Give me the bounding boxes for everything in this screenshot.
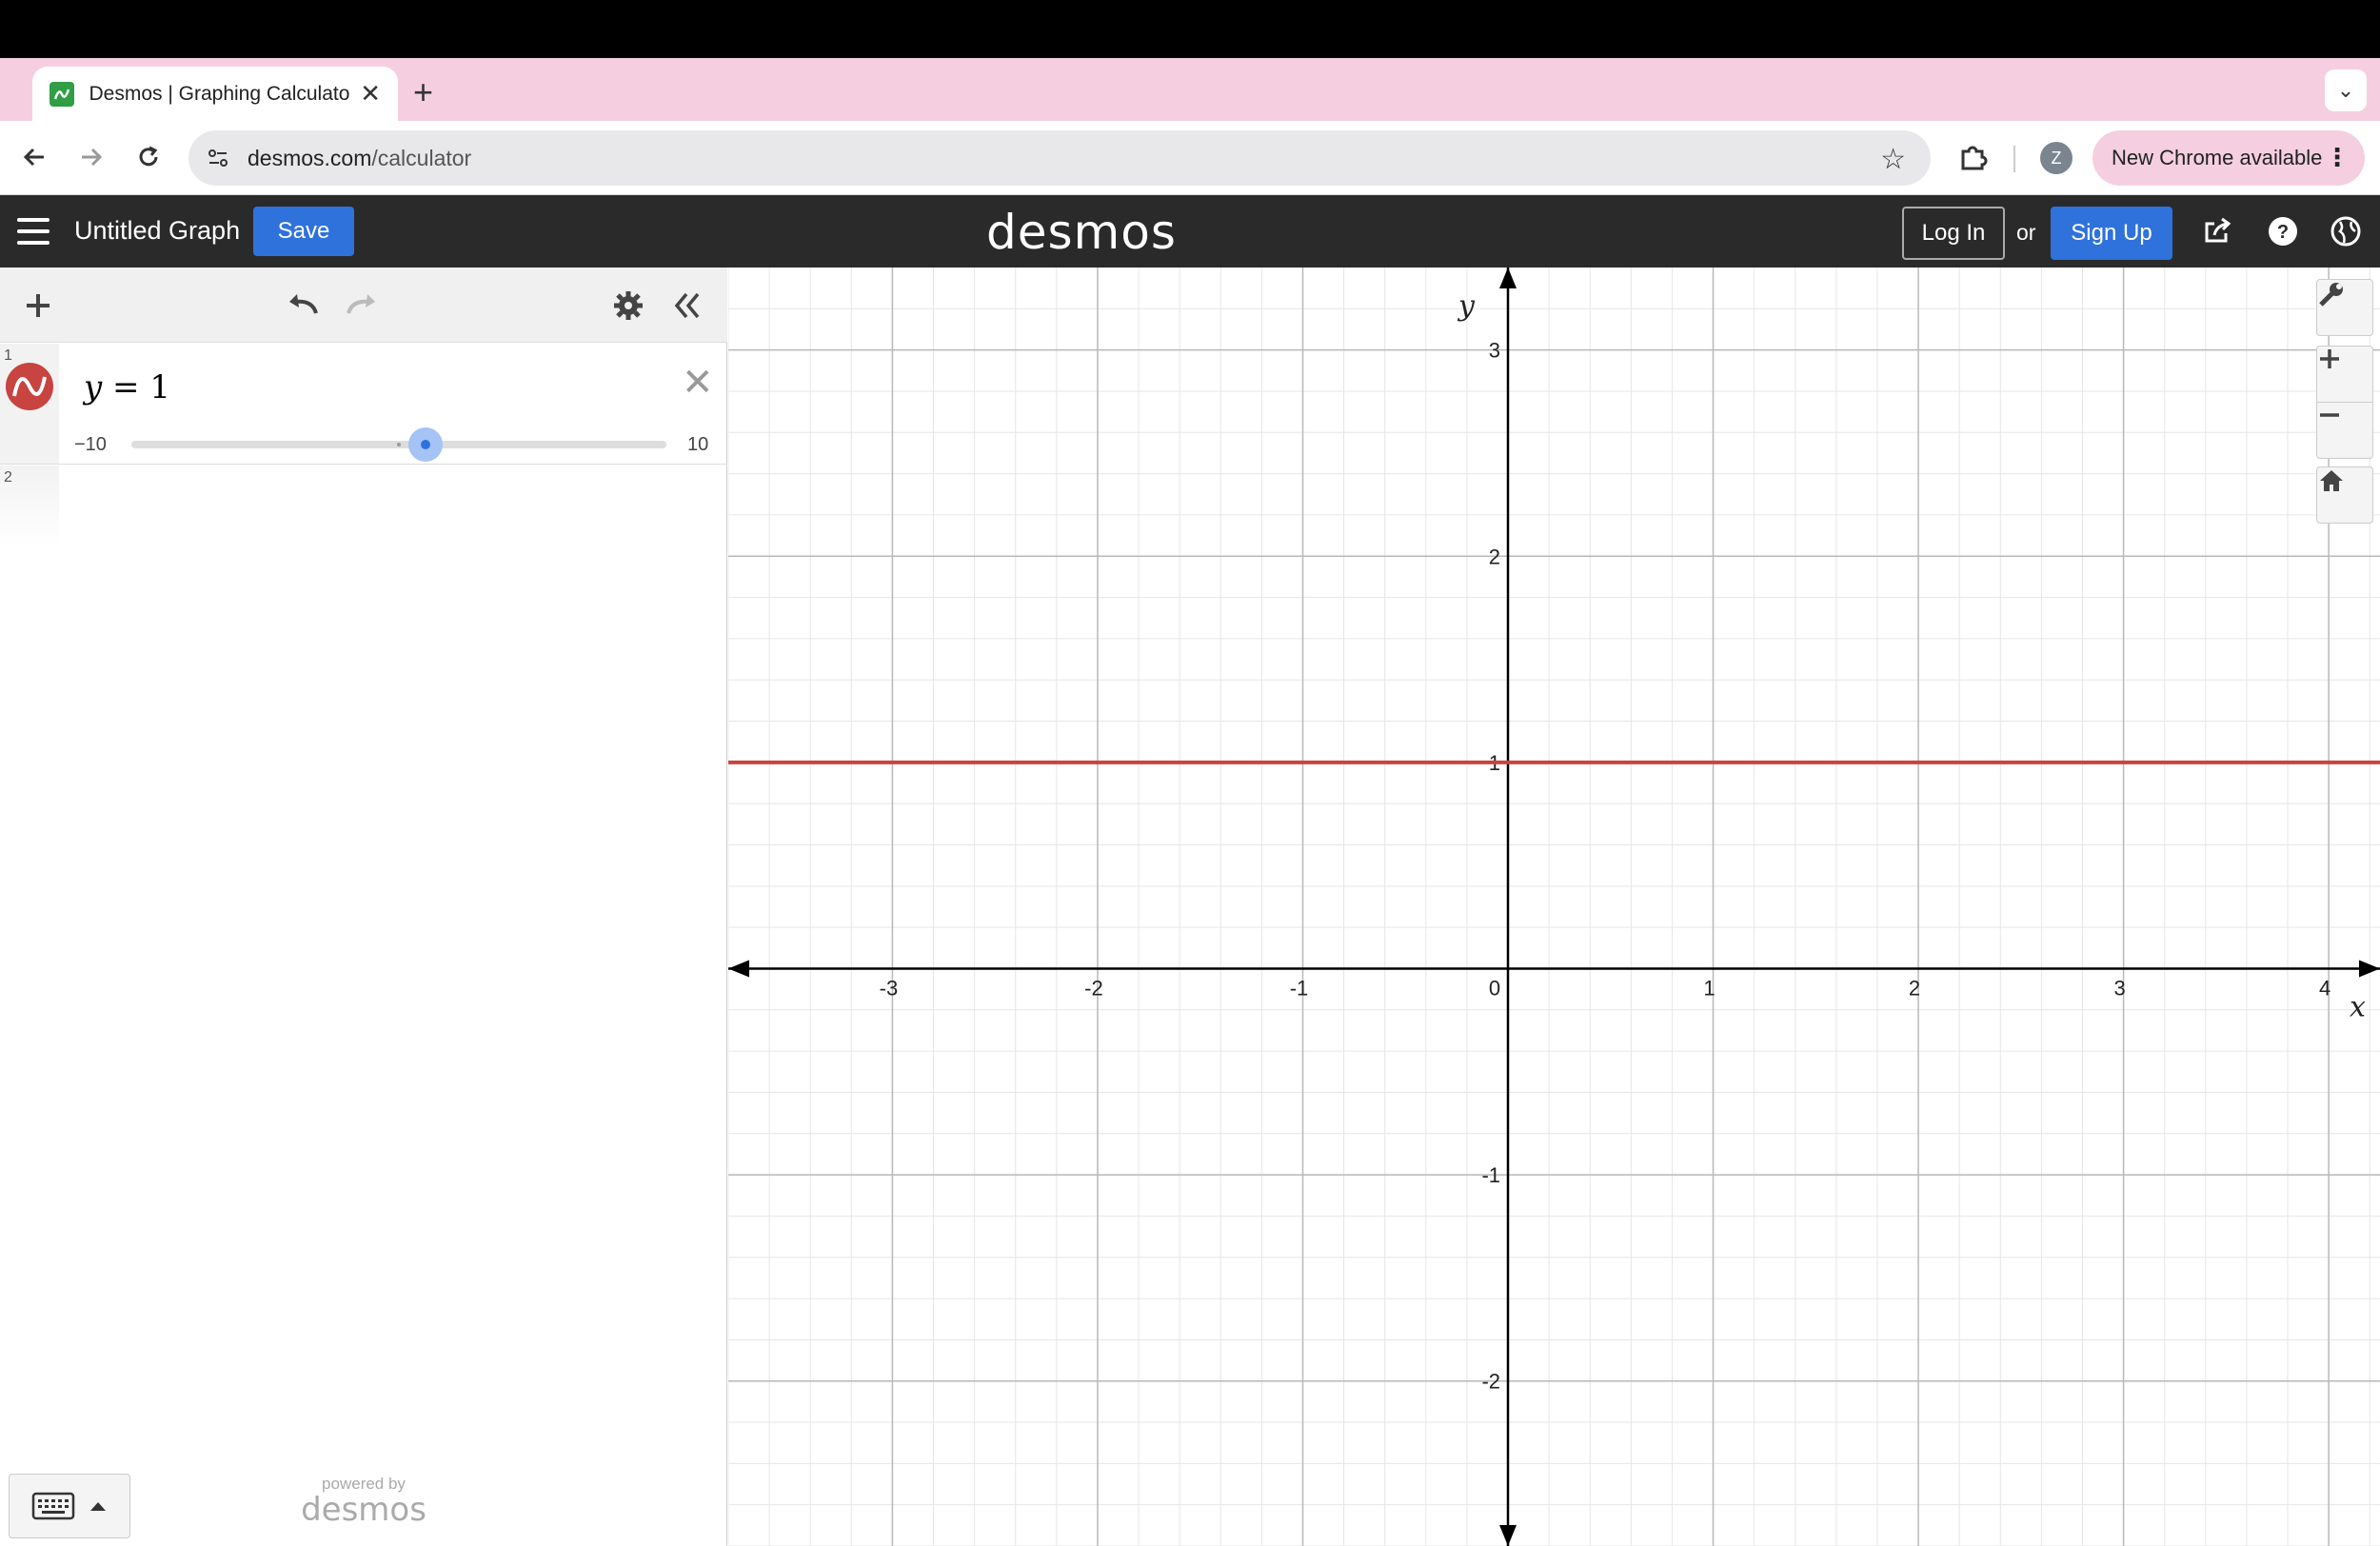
system-top-bar	[0, 0, 2380, 58]
address-bar[interactable]: desmos.com/calculator ☆	[188, 130, 1931, 186]
y-axis-label: y	[1457, 289, 1476, 323]
save-button[interactable]: Save	[253, 207, 354, 256]
powered-by-logo: desmos	[301, 1491, 426, 1529]
graph-paper[interactable]: -3 -2 -1 0 1 2 3 4 -2 -1 1 2 3 x y	[728, 268, 2380, 1546]
default-viewport-home-icon[interactable]	[2316, 466, 2373, 524]
empty-expression-row[interactable]: 2	[0, 466, 727, 545]
settings-gear-icon[interactable]	[607, 285, 649, 327]
collapse-panel-icon[interactable]	[666, 285, 708, 327]
help-icon[interactable]: ?	[2266, 214, 2300, 248]
y-tick-label: -2	[1481, 1370, 1500, 1394]
powered-by-desmos[interactable]: powered by desmos	[299, 1475, 428, 1526]
keyboard-icon	[31, 1492, 75, 1520]
redo-icon[interactable]	[341, 285, 383, 327]
zoom-in-icon[interactable]	[2316, 346, 2373, 403]
x-tick-label: 2	[1909, 976, 1920, 1000]
graph-settings-wrench-icon[interactable]	[2316, 279, 2373, 336]
graph-title[interactable]: Untitled Graph	[74, 216, 240, 246]
delete-expression-icon[interactable]: ✕	[682, 361, 714, 405]
svg-text:?: ?	[2277, 222, 2289, 243]
expression-number: 2	[4, 469, 12, 486]
y-tick-label: 2	[1489, 545, 1500, 568]
slider-zero-tick	[397, 443, 401, 446]
x-tick-label: 4	[2319, 976, 2330, 1000]
forward-arrow-icon[interactable]	[74, 140, 109, 174]
expression-value: 1	[149, 368, 170, 406]
y-axis-arrow-bottom	[1499, 1525, 1517, 1546]
desmos-header: Untitled Graph Save desmos Log In or Sig…	[0, 195, 2380, 268]
reload-icon[interactable]	[131, 140, 166, 174]
add-item-icon[interactable]	[17, 285, 59, 327]
x-tick-label: 1	[1703, 976, 1715, 1000]
x-axis-label: x	[2350, 990, 2366, 1023]
desmos-favicon-icon	[50, 81, 74, 107]
x-axis-arrow-left	[728, 960, 749, 978]
expression-variable: y	[84, 368, 103, 406]
bookmark-star-icon[interactable]: ☆	[1880, 143, 1906, 176]
hamburger-menu-icon[interactable]	[17, 218, 50, 245]
browser-tab[interactable]: Desmos | Graphing Calculator ✕	[32, 67, 398, 121]
x-tick-label: -3	[880, 976, 899, 1000]
desmos-logo: desmos	[986, 205, 1177, 260]
url-host: desmos.com	[248, 145, 372, 170]
language-globe-icon[interactable]	[2329, 214, 2363, 248]
share-icon[interactable]	[2201, 214, 2235, 248]
new-chrome-available-button[interactable]: New Chrome available ⋮	[2092, 130, 2365, 186]
y-tick-label: 3	[1489, 339, 1500, 363]
extensions-puzzle-icon[interactable]	[1956, 140, 1991, 174]
sign-up-button[interactable]: Sign Up	[2051, 207, 2172, 260]
y-axis-arrow-top	[1499, 268, 1517, 288]
back-arrow-icon[interactable]	[17, 140, 51, 174]
toolbar-separator	[2013, 146, 2015, 172]
url-text: desmos.com/calculator	[248, 146, 471, 171]
slider-min-label[interactable]: −10	[74, 434, 107, 456]
or-text: or	[2016, 220, 2036, 245]
browser-toolbar: desmos.com/calculator ☆ Z New Chrome ava…	[0, 121, 2380, 195]
x-tick-label: -1	[1290, 976, 1309, 1000]
screen: Desmos | Graphing Calculator ✕ + ⌄ desmo…	[0, 0, 2380, 1546]
log-in-button[interactable]: Log In	[1902, 207, 2005, 260]
expression-toolbar	[0, 268, 727, 343]
y-tick-label: -1	[1481, 1163, 1500, 1187]
url-path: /calculator	[371, 145, 472, 170]
expression-row[interactable]: 1 y = 1 ✕ −10 10	[0, 344, 727, 465]
graph-canvas[interactable]: -3 -2 -1 0 1 2 3 4-2-1123xy	[728, 268, 2380, 1546]
site-settings-icon[interactable]	[204, 144, 232, 172]
slider-thumb[interactable]	[408, 427, 444, 462]
x-tick-label: 0	[1489, 976, 1500, 1000]
zoom-out-icon[interactable]	[2316, 402, 2373, 459]
update-label: New Chrome available	[2112, 146, 2323, 169]
keyboard-toggle-button[interactable]	[9, 1474, 130, 1538]
graph-color-toggle-icon[interactable]	[6, 363, 53, 410]
tab-title: Desmos | Graphing Calculator	[89, 82, 351, 105]
expression-input[interactable]: y = 1	[84, 368, 170, 406]
chrome-menu-icon[interactable]: ⋮	[2325, 143, 2350, 172]
x-tick-label: -2	[1084, 976, 1103, 1000]
expression-panel: 1 y = 1 ✕ −10 10 2 powered by desmos	[0, 268, 727, 1546]
slider-max-label[interactable]: 10	[687, 434, 708, 456]
caret-up-icon	[90, 1502, 106, 1511]
new-tab-icon[interactable]: +	[413, 75, 433, 109]
profile-avatar[interactable]: Z	[2040, 142, 2073, 174]
tab-search-chevron-icon[interactable]: ⌄	[2325, 69, 2367, 111]
expression-number: 1	[4, 347, 12, 364]
slider-track[interactable]	[131, 427, 666, 462]
browser-tab-strip: Desmos | Graphing Calculator ✕ + ⌄	[0, 58, 2380, 121]
x-tick-label: 3	[2113, 976, 2125, 1000]
expression-equals: =	[102, 368, 150, 406]
undo-icon[interactable]	[282, 285, 324, 327]
tab-close-icon[interactable]: ✕	[360, 79, 381, 109]
